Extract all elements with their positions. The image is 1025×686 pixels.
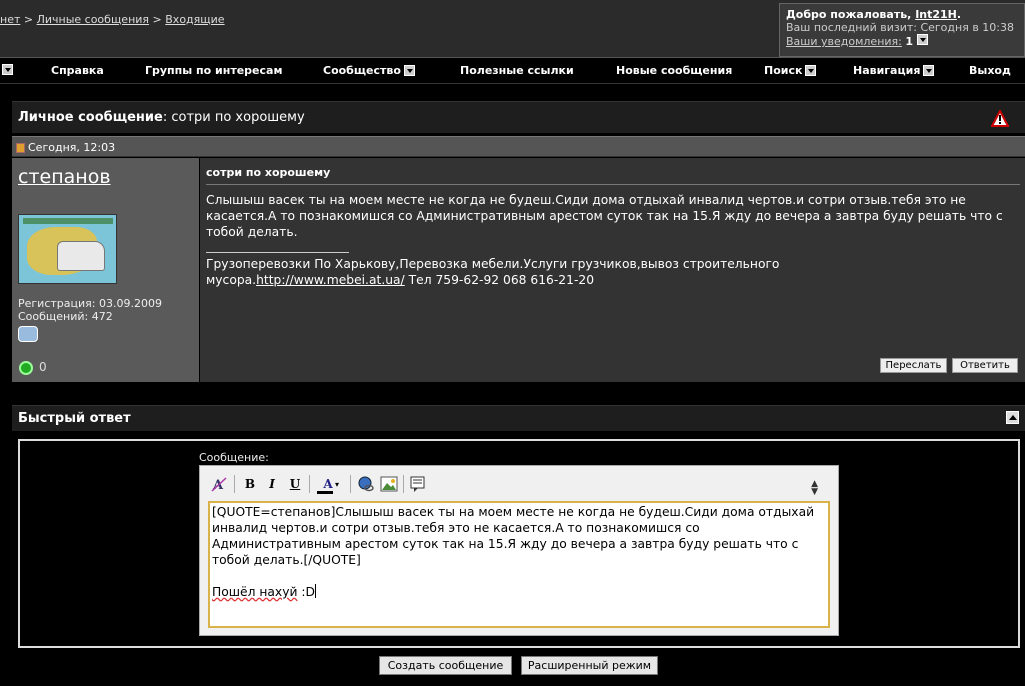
italic-button[interactable]: I xyxy=(263,475,281,493)
notifications-dropdown-icon[interactable] xyxy=(916,34,928,45)
underline-button[interactable]: U xyxy=(286,475,304,493)
insert-quote-icon[interactable] xyxy=(409,475,427,493)
top-bar: нет > Личные сообщения > Входящие Добро … xyxy=(0,0,1025,58)
resize-editor-icon[interactable]: ▲ ▼ xyxy=(811,480,818,497)
nav-item-search[interactable]: Поиск xyxy=(764,64,817,77)
message-label: Сообщение: xyxy=(199,451,269,464)
nav-item-links[interactable]: Полезные ссылки xyxy=(460,64,574,77)
post-icon xyxy=(16,142,25,153)
author-username-link[interactable]: степанов xyxy=(18,166,111,188)
breadcrumb-link-inbox[interactable]: Входящие xyxy=(165,13,224,26)
pm-header-subject: : сотри по хорошему xyxy=(162,110,305,125)
forward-button[interactable]: Переслать xyxy=(880,358,947,373)
collapse-icon[interactable] xyxy=(1006,411,1019,424)
pm-header: Личное сообщение: сотри по хорошему xyxy=(12,101,1025,133)
textarea-reply-underlined: Пошёл нахуй xyxy=(212,585,298,599)
nav-left-dropdown-icon[interactable] xyxy=(2,64,13,75)
online-status-icon xyxy=(19,361,33,375)
signature-link[interactable]: http://www.mebei.at.ua/ xyxy=(256,273,405,287)
text-caret xyxy=(315,584,317,598)
breadcrumb-sep: > xyxy=(23,13,34,26)
breadcrumb-link-forum[interactable]: нет xyxy=(0,13,20,26)
post-content-panel: сотри по хорошему Слышыш васек ты на мое… xyxy=(200,158,1025,382)
nav-item-search-label: Поиск xyxy=(764,64,803,77)
registration-date: Регистрация: 03.09.2009 xyxy=(18,297,162,310)
editor-toolbar: A B I U A ▾ ▲▼ xyxy=(206,472,832,498)
message-textarea[interactable]: [QUOTE=степанов]Слышыш васек ты на моем … xyxy=(208,501,830,628)
notifications-link[interactable]: Ваши уведомления: xyxy=(786,35,902,48)
reply-button[interactable]: Ответить xyxy=(952,358,1018,373)
toolbar-separator xyxy=(403,475,404,493)
quick-reply-title: Быстрый ответ xyxy=(18,411,131,426)
pm-header-title: Личное сообщение: сотри по хорошему xyxy=(18,110,305,125)
welcome-line: Добро пожаловать, Int21H. xyxy=(786,8,962,21)
chevron-down-icon: ▾ xyxy=(335,479,340,489)
status-char: 0 xyxy=(39,360,47,374)
toolbar-separator xyxy=(309,475,310,493)
post-title: сотри по хорошему xyxy=(206,166,331,179)
last-visit-label: Ваш последний визит: xyxy=(786,21,917,34)
last-visit-line: Ваш последний визит: Сегодня в 10:38 xyxy=(786,21,1018,34)
message-editor: A B I U A ▾ ▲▼ [QUOT xyxy=(199,465,839,636)
post-date: Сегодня, 12:03 xyxy=(16,141,115,154)
nav-item-navigation[interactable]: Навигация xyxy=(853,64,935,77)
nav-item-new-posts[interactable]: Новые сообщения xyxy=(616,64,732,77)
post-divider xyxy=(206,184,1020,185)
pm-header-label: Личное сообщение xyxy=(18,110,163,125)
bold-button[interactable]: B xyxy=(241,475,259,493)
nav-bar: Справка Группы по интересам Сообщество П… xyxy=(0,60,1025,84)
signature-phone: Тел 759-62-92 068 616-21-20 xyxy=(404,273,595,287)
nav-item-help[interactable]: Справка xyxy=(51,64,104,77)
notifications-line: Ваши уведомления: 1 xyxy=(786,34,1018,48)
color-swatch xyxy=(317,491,333,494)
post-date-row: Сегодня, 12:03 xyxy=(12,136,1025,157)
album-icon[interactable] xyxy=(18,326,38,342)
post-date-text: Сегодня, 12:03 xyxy=(28,141,116,154)
text-color-button[interactable]: A ▾ xyxy=(316,475,340,494)
avatar xyxy=(18,214,117,284)
nav-item-navigation-label: Навигация xyxy=(853,64,921,77)
chevron-down-icon xyxy=(923,65,935,76)
toolbar-separator xyxy=(234,475,235,493)
text-color-label: A xyxy=(323,477,333,491)
nav-item-logout[interactable]: Выход xyxy=(969,64,1011,77)
insert-link-icon[interactable] xyxy=(357,475,375,493)
last-visit-value: Сегодня в 10:38 xyxy=(920,21,1015,34)
nav-item-groups[interactable]: Группы по интересам xyxy=(145,64,282,77)
welcome-box: Добро пожаловать, Int21H. Ваш последний … xyxy=(779,3,1025,57)
notifications-count: 1 xyxy=(905,35,914,48)
signature: Грузоперевозки По Харькову,Перевозка меб… xyxy=(206,256,866,288)
breadcrumb: нет > Личные сообщения > Входящие xyxy=(0,13,225,26)
nav-item-community[interactable]: Сообщество xyxy=(323,64,415,77)
remove-format-icon[interactable]: A xyxy=(210,475,228,493)
signature-divider xyxy=(206,252,349,253)
user-stats: Регистрация: 03.09.2009 Сообщений: 472 xyxy=(18,297,162,323)
welcome-greeting: Добро пожаловать, xyxy=(786,8,912,21)
post-body: Слышыш васек ты на моем месте не когда н… xyxy=(206,193,1003,239)
chevron-down-icon xyxy=(403,65,415,76)
welcome-username-link[interactable]: Int21H xyxy=(915,8,957,21)
breadcrumb-link-pm[interactable]: Личные сообщения xyxy=(37,13,149,26)
nav-item-community-label: Сообщество xyxy=(323,64,401,77)
quick-reply-header: Быстрый ответ xyxy=(12,405,1025,431)
message-count: Сообщений: 472 xyxy=(18,310,113,323)
toolbar-separator xyxy=(350,475,351,493)
advanced-mode-button[interactable]: Расширенный режим xyxy=(521,656,658,675)
report-warning-icon[interactable] xyxy=(991,110,1009,127)
textarea-reply-tail: :D xyxy=(297,585,316,599)
breadcrumb-sep: > xyxy=(152,13,162,26)
chevron-down-icon xyxy=(805,65,817,76)
insert-image-icon[interactable] xyxy=(380,475,398,493)
submit-message-button[interactable]: Создать сообщение xyxy=(379,656,512,675)
textarea-quote: [QUOTE=степанов]Слышыш васек ты на моем … xyxy=(212,505,815,567)
user-info-panel: степанов Регистрация: 03.09.2009 Сообщен… xyxy=(12,158,199,382)
